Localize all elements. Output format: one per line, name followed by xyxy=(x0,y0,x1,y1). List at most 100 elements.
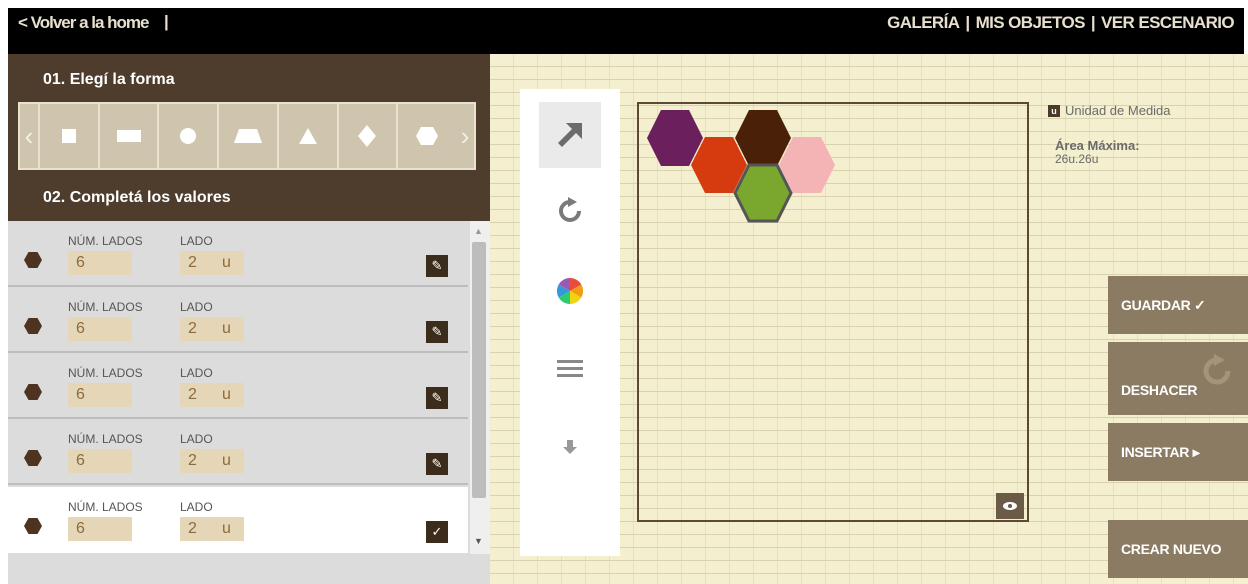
checkmark-icon: ✓ xyxy=(431,524,443,539)
sides-input[interactable]: 6 xyxy=(68,251,132,275)
layers-tool[interactable] xyxy=(539,336,601,402)
sides-label: NÚM. LADOS xyxy=(68,432,143,446)
nav-separator: | xyxy=(965,13,970,32)
unit-label: u xyxy=(222,254,231,271)
square-icon xyxy=(61,129,76,143)
shape-hexagon-option[interactable] xyxy=(396,104,456,168)
eye-icon xyxy=(1003,502,1017,510)
hexagon-icon xyxy=(24,518,42,534)
hexagon-icon xyxy=(24,318,42,334)
shape-trapezoid-option[interactable] xyxy=(217,104,277,168)
unit-legend-label: Unidad de Medida xyxy=(1065,103,1171,118)
confirm-button[interactable]: ✓ xyxy=(426,521,448,543)
list-item-active: NÚM. LADOS LADO 6 2 u ✓ xyxy=(8,487,468,553)
list-item: NÚM. LADOS LADO 6 2 u ✎ xyxy=(8,221,468,287)
sides-label: NÚM. LADOS xyxy=(68,500,143,514)
pencil-icon: ✎ xyxy=(431,456,443,471)
hexagon-icon xyxy=(416,127,439,145)
list-item: NÚM. LADOS LADO 6 2 u ✎ xyxy=(8,353,468,419)
side-label: LADO xyxy=(180,234,213,248)
side-input[interactable]: 2 xyxy=(180,517,244,541)
shape-triangle-option[interactable] xyxy=(276,104,337,168)
shape-rectangle-option[interactable] xyxy=(97,104,158,168)
circle-icon xyxy=(180,128,197,144)
scroll-down-arrow[interactable]: ▼ xyxy=(474,536,483,546)
pencil-icon: ✎ xyxy=(431,390,443,405)
triangle-icon xyxy=(298,128,317,144)
edit-button[interactable]: ✎ xyxy=(426,453,448,475)
sides-label: NÚM. LADOS xyxy=(68,234,143,248)
step1-title: 01. Elegí la forma xyxy=(43,71,175,88)
shapes-layer xyxy=(647,110,835,223)
max-area-label: Área Máxima: xyxy=(1055,138,1140,153)
shape-carousel: ‹ › xyxy=(18,102,476,170)
sides-input[interactable]: 6 xyxy=(68,517,132,541)
side-input[interactable]: 2 xyxy=(180,317,244,341)
rotate-tool[interactable] xyxy=(539,178,601,244)
edit-button[interactable]: ✎ xyxy=(426,387,448,409)
top-navigation: GALERÍA | MIS OBJETOS | VER ESCENARIO xyxy=(887,13,1234,33)
unit-label: u xyxy=(222,320,231,337)
unit-label: u xyxy=(222,452,231,469)
side-label: LADO xyxy=(180,500,213,514)
sides-label: NÚM. LADOS xyxy=(68,300,143,314)
back-to-home-link[interactable]: < Volver a la home xyxy=(18,13,150,33)
nav-mis-objetos-link[interactable]: MIS OBJETOS xyxy=(976,13,1086,33)
side-input[interactable]: 2 xyxy=(180,449,244,473)
step2-title: 02. Completá los valores xyxy=(43,189,231,206)
side-label: LADO xyxy=(180,366,213,380)
hexagon-icon xyxy=(24,252,42,268)
side-label: LADO xyxy=(180,300,213,314)
unit-label: u xyxy=(222,386,231,403)
sides-input[interactable]: 6 xyxy=(68,317,132,341)
preview-button[interactable] xyxy=(996,493,1024,519)
send-back-tool[interactable] xyxy=(539,414,601,480)
hexagon-icon xyxy=(24,450,42,466)
unit-label: u xyxy=(222,520,231,537)
diamond-icon xyxy=(358,125,377,147)
menu-icon xyxy=(557,360,583,377)
shape-diamond-option[interactable] xyxy=(336,104,397,168)
hexagon-icon xyxy=(24,384,42,400)
hexagon-shape[interactable] xyxy=(647,110,703,166)
list-item: NÚM. LADOS LADO 6 2 u ✎ xyxy=(8,419,468,485)
color-tool[interactable] xyxy=(539,258,601,324)
edit-button[interactable]: ✎ xyxy=(426,321,448,343)
sides-input[interactable]: 6 xyxy=(68,449,132,473)
carousel-next-arrow[interactable]: › xyxy=(456,104,475,168)
pencil-icon: ✎ xyxy=(431,324,443,339)
insert-button[interactable]: INSERTAR ▸ xyxy=(1108,423,1248,481)
hexagon-shape[interactable] xyxy=(735,110,791,166)
carousel-prev-arrow[interactable]: ‹ xyxy=(20,104,38,168)
nav-galeria-link[interactable]: GALERÍA xyxy=(887,13,960,33)
scrollbar-thumb[interactable] xyxy=(472,242,486,498)
hexagon-shape-selected[interactable] xyxy=(733,163,793,223)
shape-square-option[interactable] xyxy=(38,104,98,168)
list-item: NÚM. LADOS LADO 6 2 u ✎ xyxy=(8,287,468,353)
edit-button[interactable]: ✎ xyxy=(426,255,448,277)
shape-circle-option[interactable] xyxy=(157,104,217,168)
nav-ver-escenario-link[interactable]: VER ESCENARIO xyxy=(1101,13,1235,33)
unit-legend: u Unidad de Medida xyxy=(1048,103,1171,118)
side-input[interactable]: 2 xyxy=(180,383,244,407)
drawing-area[interactable] xyxy=(637,102,1029,522)
sides-input[interactable]: 6 xyxy=(68,383,132,407)
move-tool[interactable] xyxy=(539,102,601,168)
unit-icon: u xyxy=(1048,104,1060,117)
trapezoid-icon xyxy=(234,129,263,143)
nav-separator: | xyxy=(1090,13,1096,32)
nav-separator: | xyxy=(164,12,169,31)
side-label: LADO xyxy=(180,432,213,446)
scroll-up-arrow[interactable]: ▲ xyxy=(474,226,483,236)
pencil-icon: ✎ xyxy=(431,258,443,273)
send-back-icon xyxy=(563,440,577,454)
save-button[interactable]: GUARDAR ✓ xyxy=(1108,276,1248,334)
max-area-value: 26u.26u xyxy=(1055,152,1099,166)
move-arrow-icon xyxy=(558,123,582,147)
create-new-button[interactable]: CREAR NUEVO xyxy=(1108,520,1248,578)
rotate-icon xyxy=(559,197,581,222)
undo-button[interactable]: DESHACER xyxy=(1108,342,1248,415)
undo-icon xyxy=(1203,354,1231,385)
undo-label: DESHACER xyxy=(1121,381,1198,398)
side-input[interactable]: 2 xyxy=(180,251,244,275)
